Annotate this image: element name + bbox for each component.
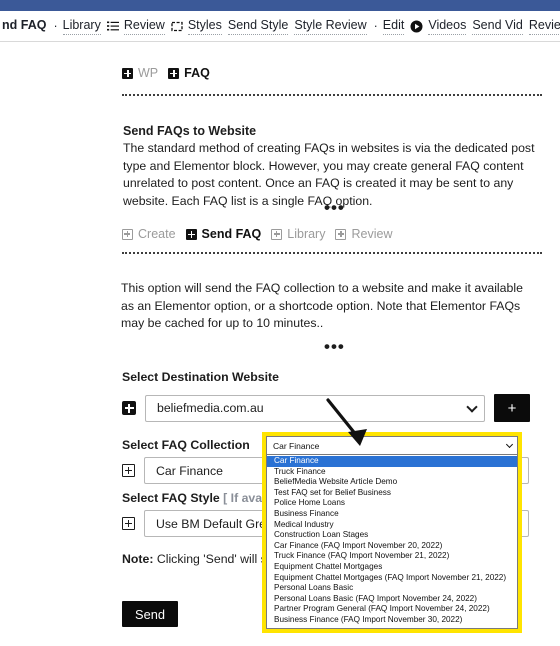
tab-review[interactable]: Review <box>335 227 392 241</box>
faq-collection-dropdown-open[interactable]: Car Finance Car Finance Truck Finance Be… <box>262 432 522 633</box>
dropdown-option[interactable]: Test FAQ set for Belief Business <box>267 488 517 499</box>
nav-item-library[interactable]: Library <box>62 18 101 35</box>
nav-item-style-review[interactable]: Style Review <box>294 18 367 35</box>
nav-separator-1: · <box>53 19 58 33</box>
plus-icon <box>271 228 283 240</box>
dropdown-option[interactable]: Truck Finance <box>267 467 517 478</box>
page-root: nd FAQ · Library Review Styles Send Styl… <box>0 0 560 646</box>
label-faq-style-main: Select FAQ Style <box>122 491 220 505</box>
dropdown-option[interactable]: Car Finance (FAQ Import November 20, 202… <box>267 541 517 552</box>
browser-top-strip <box>0 0 560 11</box>
dropdown-option[interactable]: Police Home Loans <box>267 498 517 509</box>
faq-collection-value: Car Finance <box>156 463 223 478</box>
plus-icon[interactable] <box>122 517 135 530</box>
destination-website-select[interactable]: beliefmedia.com.au <box>145 394 485 422</box>
square-dashed-icon <box>171 21 183 32</box>
add-website-button[interactable]: + <box>494 394 530 422</box>
dropdown-option[interactable]: Equipment Chattel Mortgages <box>267 562 517 573</box>
dropdown-option[interactable]: Construction Loan Stages <box>267 530 517 541</box>
tab-label-create: Create <box>138 227 176 241</box>
dropdown-option[interactable]: Business Finance <box>267 509 517 520</box>
destination-website-value: beliefmedia.com.au <box>157 401 264 415</box>
plus-icon[interactable] <box>122 464 135 477</box>
tab-library[interactable]: Library <box>271 227 325 241</box>
divider-middle <box>122 252 542 254</box>
dropdown-option[interactable]: Personal Loans Basic (FAQ Import Novembe… <box>267 594 517 605</box>
ellipsis-divider-1: ••• <box>324 198 345 217</box>
plus-icon <box>335 228 347 240</box>
chevron-down-icon <box>466 401 478 413</box>
dropdown-closed-field[interactable]: Car Finance <box>266 436 518 455</box>
dropdown-option[interactable]: Equipment Chattel Mortgages (FAQ Import … <box>267 573 517 584</box>
divider-top <box>122 94 542 96</box>
dropdown-option[interactable]: BeliefMedia Website Article Demo <box>267 477 517 488</box>
label-faq-collection: Select FAQ Collection <box>122 438 250 452</box>
dropdown-option[interactable]: Medical Industry <box>267 520 517 531</box>
nav-item-review-vids[interactable]: Review Vids <box>528 18 560 35</box>
dropdown-option-list[interactable]: Car Finance Truck Finance BeliefMedia We… <box>266 455 518 629</box>
chevron-down-icon <box>505 440 514 448</box>
dropdown-current-value: Car Finance <box>273 440 320 451</box>
destination-website-row: beliefmedia.com.au + <box>122 394 530 422</box>
note-body: Clicking 'Send' will ser <box>153 552 278 566</box>
breadcrumb-label-wp: WP <box>138 66 159 80</box>
note-prefix: Note: <box>122 552 154 566</box>
nav-item-styles[interactable]: Styles <box>187 18 222 35</box>
tab-label-review: Review <box>351 227 393 241</box>
list-icon <box>106 21 119 32</box>
label-faq-style: Select FAQ Style [ If availab <box>122 491 283 505</box>
plus-icon[interactable] <box>122 401 136 415</box>
option-description: This option will send the FAQ collection… <box>121 281 523 330</box>
subtab-bar: Create Send FAQ Library Review <box>122 227 402 241</box>
breadcrumb: WP FAQ <box>122 66 220 80</box>
breadcrumb-item-wp[interactable]: WP <box>122 66 158 80</box>
dropdown-option[interactable]: Truck Finance (FAQ Import November 21, 2… <box>267 551 517 562</box>
play-circle-icon <box>410 20 423 33</box>
nav-separator-2: · <box>373 19 378 33</box>
nav-item-edit[interactable]: Edit <box>382 18 405 35</box>
navbar-bottom-border <box>0 41 560 42</box>
tab-send-faq[interactable]: Send FAQ <box>185 227 262 241</box>
note-text: Note: Clicking 'Send' will ser <box>122 552 278 566</box>
dropdown-option[interactable]: Business Finance (FAQ Import November 30… <box>267 615 517 626</box>
dropdown-option[interactable]: Partner Program General (FAQ Import Nove… <box>267 604 517 615</box>
dropdown-option[interactable]: Car Finance <box>267 456 517 467</box>
ellipsis-divider-2: ••• <box>324 337 345 356</box>
send-button[interactable]: Send <box>122 601 178 627</box>
tab-label-library: Library <box>287 227 326 241</box>
breadcrumb-item-faq[interactable]: FAQ <box>168 66 210 80</box>
tab-label-send-faq: Send FAQ <box>201 227 262 241</box>
nav-item-send-style[interactable]: Send Style <box>227 18 289 35</box>
nav-item-send-vid[interactable]: Send Vid <box>472 18 523 35</box>
label-destination-website: Select Destination Website <box>122 370 279 384</box>
nav-item-videos[interactable]: Videos <box>428 18 467 35</box>
tab-create[interactable]: Create <box>122 227 176 241</box>
plus-icon <box>122 228 133 240</box>
nav-item-review[interactable]: Review <box>123 18 165 35</box>
plus-icon <box>122 67 133 79</box>
plus-icon <box>185 228 197 240</box>
section-heading: Send FAQs to Website <box>123 124 257 138</box>
nav-item-send-faq[interactable]: nd FAQ <box>2 18 46 34</box>
breadcrumb-label-faq: FAQ <box>184 66 210 80</box>
top-navigation-bar[interactable]: nd FAQ · Library Review Styles Send Styl… <box>0 11 560 41</box>
dropdown-option[interactable]: Personal Loans Basic <box>267 583 517 594</box>
plus-icon <box>168 67 180 79</box>
